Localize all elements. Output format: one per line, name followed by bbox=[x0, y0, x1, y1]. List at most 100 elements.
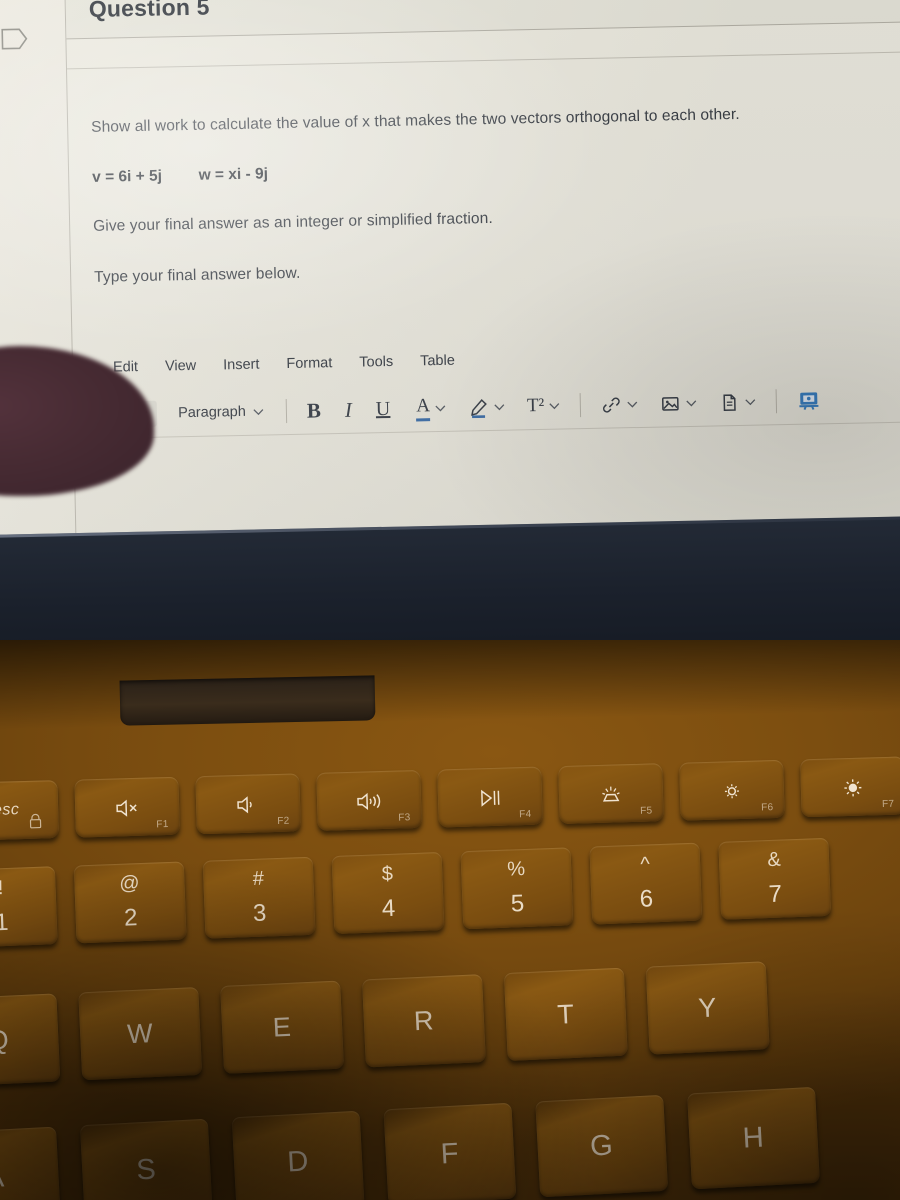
key-w-label: W bbox=[126, 1017, 154, 1049]
key-y[interactable]: Y bbox=[645, 961, 770, 1055]
key-h[interactable]: H bbox=[687, 1086, 820, 1190]
fn-lock-icon bbox=[28, 813, 42, 829]
key-f4-play-pause[interactable]: F4 bbox=[437, 766, 543, 828]
key-f3-volume-up[interactable]: F3 bbox=[316, 769, 422, 831]
volume-up-icon bbox=[356, 790, 383, 813]
page-title: Question 5 bbox=[88, 0, 210, 22]
key-t[interactable]: T bbox=[503, 967, 628, 1062]
key-7[interactable]: & 7 bbox=[718, 837, 832, 920]
menu-view[interactable]: View bbox=[165, 358, 196, 375]
superscript-button[interactable]: T² bbox=[520, 392, 568, 419]
keyboard-backlight-icon bbox=[598, 783, 625, 806]
key-f7-brightness-up[interactable]: F7 bbox=[800, 756, 900, 818]
key-a[interactable]: A bbox=[0, 1126, 61, 1200]
document-button[interactable] bbox=[712, 389, 763, 415]
vector-v: v = 6i + 5j bbox=[92, 167, 163, 186]
menu-format[interactable]: Format bbox=[286, 355, 332, 372]
keyboard-qwerty-row: Q W E R T Y bbox=[0, 961, 770, 1087]
key-q-label: Q bbox=[0, 1024, 10, 1056]
apps-lti-button[interactable] bbox=[790, 386, 829, 415]
key-q[interactable]: Q bbox=[0, 993, 61, 1087]
key-4-shift: $ bbox=[381, 862, 394, 886]
key-esc-label: esc bbox=[0, 801, 20, 819]
bold-label: B bbox=[306, 397, 322, 423]
chevron-down-icon bbox=[745, 398, 756, 405]
key-4[interactable]: $ 4 bbox=[331, 852, 445, 934]
key-1-shift: ! bbox=[0, 877, 4, 900]
link-button[interactable] bbox=[594, 391, 645, 417]
image-icon bbox=[660, 393, 681, 414]
key-d[interactable]: D bbox=[231, 1110, 365, 1200]
play-pause-icon bbox=[477, 787, 504, 810]
key-a-label: A bbox=[0, 1160, 6, 1194]
underline-button[interactable]: U bbox=[369, 395, 398, 423]
key-5[interactable]: % 5 bbox=[460, 847, 574, 930]
highlight-color-button[interactable] bbox=[461, 394, 512, 420]
key-e[interactable]: E bbox=[220, 980, 345, 1074]
key-t-label: T bbox=[556, 998, 575, 1030]
document-icon bbox=[719, 391, 740, 412]
projector-icon bbox=[797, 388, 821, 412]
key-g[interactable]: G bbox=[535, 1094, 669, 1198]
key-2-shift: @ bbox=[118, 872, 141, 895]
chevron-down-icon bbox=[627, 400, 638, 408]
key-s-label: S bbox=[135, 1152, 158, 1186]
toolbar-divider bbox=[580, 393, 582, 418]
key-f4-label: F4 bbox=[519, 808, 532, 821]
key-3-shift: # bbox=[252, 867, 265, 890]
chevron-down-icon bbox=[494, 403, 505, 410]
question-vectors: v = 6i + 5j w = xi - 9j bbox=[92, 153, 882, 187]
key-2-base: 2 bbox=[123, 904, 138, 932]
key-3[interactable]: # 3 bbox=[202, 856, 316, 939]
paragraph-style-value: Paragraph bbox=[177, 403, 246, 422]
key-7-shift: & bbox=[766, 848, 782, 872]
pen-icon bbox=[468, 396, 489, 418]
volume-mute-icon bbox=[114, 797, 141, 820]
key-f6-brightness-down[interactable]: F6 bbox=[679, 759, 785, 821]
laptop-screen: Question 5 Show all work to calculate th… bbox=[0, 0, 900, 545]
key-6-shift: ^ bbox=[640, 853, 651, 876]
link-icon bbox=[601, 394, 622, 415]
menu-table[interactable]: Table bbox=[420, 353, 455, 370]
key-r[interactable]: R bbox=[361, 974, 486, 1068]
key-f-label: F bbox=[439, 1137, 460, 1170]
key-f2-volume-down[interactable]: F2 bbox=[195, 773, 301, 835]
key-g-label: G bbox=[589, 1128, 615, 1163]
bookmark-flag-icon[interactable] bbox=[0, 26, 28, 52]
image-button[interactable] bbox=[653, 390, 704, 416]
key-y-label: Y bbox=[697, 991, 718, 1023]
key-f[interactable]: F bbox=[383, 1102, 517, 1200]
brightness-down-icon bbox=[719, 780, 746, 803]
keyboard-function-row: esc F1 F2 F3 F4 F5 F6 F7 bbox=[0, 753, 900, 841]
key-f1-mute[interactable]: F1 bbox=[74, 776, 180, 838]
key-esc[interactable]: esc bbox=[0, 780, 59, 841]
key-3-base: 3 bbox=[252, 899, 267, 927]
key-f5-keyboard-backlight[interactable]: F5 bbox=[558, 763, 664, 825]
key-1[interactable]: ! 1 bbox=[0, 866, 58, 949]
key-s[interactable]: S bbox=[79, 1118, 213, 1200]
key-r-label: R bbox=[413, 1004, 435, 1036]
key-f7-label: F7 bbox=[881, 798, 895, 811]
menu-insert[interactable]: Insert bbox=[223, 357, 260, 374]
key-2[interactable]: @ 2 bbox=[73, 861, 187, 944]
key-w[interactable]: W bbox=[78, 986, 203, 1081]
bold-button[interactable]: B bbox=[300, 396, 329, 426]
paragraph-style-select[interactable]: Paragraph bbox=[169, 398, 273, 426]
key-f6-label: F6 bbox=[760, 802, 774, 814]
key-6[interactable]: ^ 6 bbox=[589, 842, 703, 925]
italic-label: I bbox=[344, 397, 353, 422]
menu-tools[interactable]: Tools bbox=[359, 354, 393, 371]
screenshot-root: Question 5 Show all work to calculate th… bbox=[0, 0, 900, 1200]
key-e-label: E bbox=[272, 1011, 292, 1043]
italic-button[interactable]: I bbox=[338, 395, 360, 424]
key-1-base: 1 bbox=[0, 908, 9, 937]
text-color-label: A bbox=[416, 395, 431, 422]
toolbar-divider bbox=[285, 399, 288, 424]
key-7-base: 7 bbox=[768, 880, 783, 909]
question-instruction-1: Give your final answer as an integer or … bbox=[92, 209, 493, 235]
key-6-base: 6 bbox=[639, 885, 654, 913]
question-prompt: Show all work to calculate the value of … bbox=[91, 105, 740, 136]
key-4-base: 4 bbox=[381, 894, 396, 923]
volume-down-icon bbox=[235, 793, 262, 816]
text-color-button[interactable]: A bbox=[409, 393, 453, 424]
